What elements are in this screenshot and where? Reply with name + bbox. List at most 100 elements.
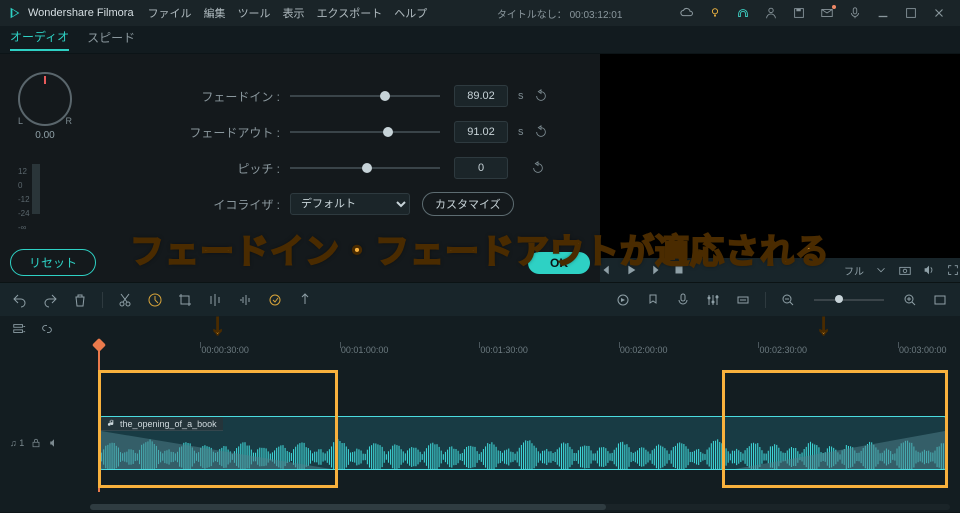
fadeout-slider[interactable] bbox=[290, 131, 440, 133]
fullscreen-icon[interactable] bbox=[946, 263, 960, 277]
zoom-fit-icon[interactable] bbox=[932, 292, 948, 308]
mixer-icon[interactable] bbox=[705, 292, 721, 308]
audio-track-row: ♫ 1 the_opening_of_a_book bbox=[0, 416, 960, 470]
fadeout-unit: s bbox=[518, 126, 524, 138]
pan-knob-area: L R 0.00 bbox=[18, 72, 72, 141]
track-body[interactable]: the_opening_of_a_book bbox=[88, 416, 960, 470]
link-icon[interactable] bbox=[40, 322, 54, 336]
ruler-tick: 00:01:00:00 bbox=[341, 345, 389, 355]
tab-speed[interactable]: スピード bbox=[87, 29, 135, 50]
mute-icon[interactable] bbox=[48, 437, 60, 449]
undo-icon[interactable] bbox=[12, 292, 28, 308]
ruler-tick: 00:02:00:00 bbox=[620, 345, 668, 355]
main-area: L R 0.00 120-12-24-∞ フェードイン : 89.02 s フェ… bbox=[0, 54, 960, 282]
fadeout-row: フェードアウト : 91.02 s bbox=[180, 114, 580, 150]
menu-edit[interactable]: 編集 bbox=[204, 5, 226, 21]
stop-icon[interactable] bbox=[672, 263, 686, 277]
zoom-slider[interactable] bbox=[814, 299, 884, 301]
mail-icon[interactable] bbox=[820, 6, 834, 20]
redo-icon[interactable] bbox=[42, 292, 58, 308]
menu-help[interactable]: ヘルプ bbox=[394, 5, 427, 21]
volume-icon[interactable] bbox=[922, 263, 936, 277]
reset-button[interactable]: リセット bbox=[10, 249, 96, 276]
app-logo-icon bbox=[8, 6, 22, 20]
audio-clip[interactable]: the_opening_of_a_book bbox=[100, 416, 946, 470]
pitch-value[interactable]: 0 bbox=[454, 157, 508, 179]
render-icon[interactable] bbox=[615, 292, 631, 308]
crop-icon[interactable] bbox=[177, 292, 193, 308]
eq-select[interactable]: デフォルト bbox=[290, 193, 410, 215]
menu-tools[interactable]: ツール bbox=[238, 5, 271, 21]
fadein-reset-icon[interactable] bbox=[534, 89, 548, 103]
music-note-icon bbox=[107, 419, 116, 428]
pitch-slider[interactable] bbox=[290, 167, 440, 169]
ruler-tick: 00:03:00:00 bbox=[899, 345, 947, 355]
save-icon[interactable] bbox=[792, 6, 806, 20]
eq-label: イコライザ : bbox=[180, 196, 280, 213]
snapshot-icon[interactable] bbox=[898, 263, 912, 277]
window-minimize-icon[interactable] bbox=[876, 6, 890, 20]
fadeout-value[interactable]: 91.02 bbox=[454, 121, 508, 143]
volume-meter: 120-12-24-∞ bbox=[18, 164, 48, 234]
fadein-slider[interactable] bbox=[290, 95, 440, 97]
fadeout-reset-icon[interactable] bbox=[534, 125, 548, 139]
preview-full-label[interactable]: フル bbox=[844, 263, 864, 278]
headphones-icon[interactable] bbox=[736, 6, 750, 20]
project-title: タイトルなし： 00:03:12:01 bbox=[439, 6, 680, 21]
zoom-out-icon[interactable] bbox=[780, 292, 796, 308]
pitch-label: ピッチ : bbox=[180, 160, 280, 177]
chevron-down-icon[interactable] bbox=[874, 263, 888, 277]
delete-icon[interactable] bbox=[72, 292, 88, 308]
menu-view[interactable]: 表示 bbox=[283, 5, 305, 21]
pitch-row: ピッチ : 0 bbox=[180, 150, 580, 186]
audio-panel: L R 0.00 120-12-24-∞ フェードイン : 89.02 s フェ… bbox=[0, 54, 600, 282]
track-manager-icon[interactable] bbox=[12, 322, 26, 336]
audio-sync-icon[interactable] bbox=[237, 292, 253, 308]
mic-icon[interactable] bbox=[848, 6, 862, 20]
window-close-icon[interactable] bbox=[932, 6, 946, 20]
marker-icon[interactable] bbox=[297, 292, 313, 308]
track-header: ♫ 1 bbox=[0, 437, 88, 449]
menu-file[interactable]: ファイル bbox=[148, 5, 192, 21]
tab-audio[interactable]: オーディオ bbox=[10, 28, 69, 51]
fadeout-label: フェードアウト : bbox=[180, 124, 280, 141]
menu-export[interactable]: エクスポート bbox=[317, 5, 383, 21]
playhead[interactable] bbox=[98, 342, 100, 492]
markers-panel-icon[interactable] bbox=[645, 292, 661, 308]
ok-button[interactable]: OK bbox=[528, 252, 590, 274]
preview-panel: フル bbox=[600, 54, 960, 282]
cut-icon[interactable] bbox=[117, 292, 133, 308]
pan-knob[interactable] bbox=[18, 72, 72, 126]
menubar: Wondershare Filmora ファイル 編集 ツール 表示 エクスポー… bbox=[0, 0, 960, 26]
timeline-ruler[interactable]: 00:00:30:0000:01:00:0000:01:30:0000:02:0… bbox=[88, 342, 960, 360]
fadein-unit: s bbox=[518, 90, 524, 102]
prev-frame-icon[interactable] bbox=[600, 263, 614, 277]
window-maximize-icon[interactable] bbox=[904, 6, 918, 20]
fit-icon[interactable] bbox=[735, 292, 751, 308]
play-icon[interactable] bbox=[624, 263, 638, 277]
preview-controls: フル bbox=[600, 258, 960, 282]
voiceover-icon[interactable] bbox=[675, 292, 691, 308]
lock-icon[interactable] bbox=[30, 437, 42, 449]
ruler-tick: 00:00:30:00 bbox=[201, 345, 249, 355]
eq-customize-button[interactable]: カスタマイズ bbox=[422, 192, 514, 216]
fadein-label: フェードイン : bbox=[180, 88, 280, 105]
audio-enhance-icon[interactable] bbox=[267, 292, 283, 308]
tips-icon[interactable] bbox=[708, 6, 722, 20]
track-toolbar bbox=[0, 316, 960, 342]
pitch-unit bbox=[518, 162, 521, 174]
app-name: Wondershare Filmora bbox=[28, 7, 134, 19]
timeline-scrollbar[interactable] bbox=[90, 504, 950, 510]
speed-icon[interactable] bbox=[147, 292, 163, 308]
eq-row: イコライザ : デフォルト カスタマイズ bbox=[180, 186, 580, 222]
pan-value: 0.00 bbox=[35, 130, 54, 141]
next-frame-icon[interactable] bbox=[648, 263, 662, 277]
fadein-value[interactable]: 89.02 bbox=[454, 85, 508, 107]
zoom-in-icon[interactable] bbox=[902, 292, 918, 308]
clip-label: the_opening_of_a_book bbox=[120, 419, 217, 429]
cloud-icon[interactable] bbox=[680, 6, 694, 20]
pitch-reset-icon[interactable] bbox=[531, 161, 545, 175]
timeline: 00:00:30:0000:01:00:0000:01:30:0000:02:0… bbox=[0, 342, 960, 512]
adjust-icon[interactable] bbox=[207, 292, 223, 308]
user-icon[interactable] bbox=[764, 6, 778, 20]
